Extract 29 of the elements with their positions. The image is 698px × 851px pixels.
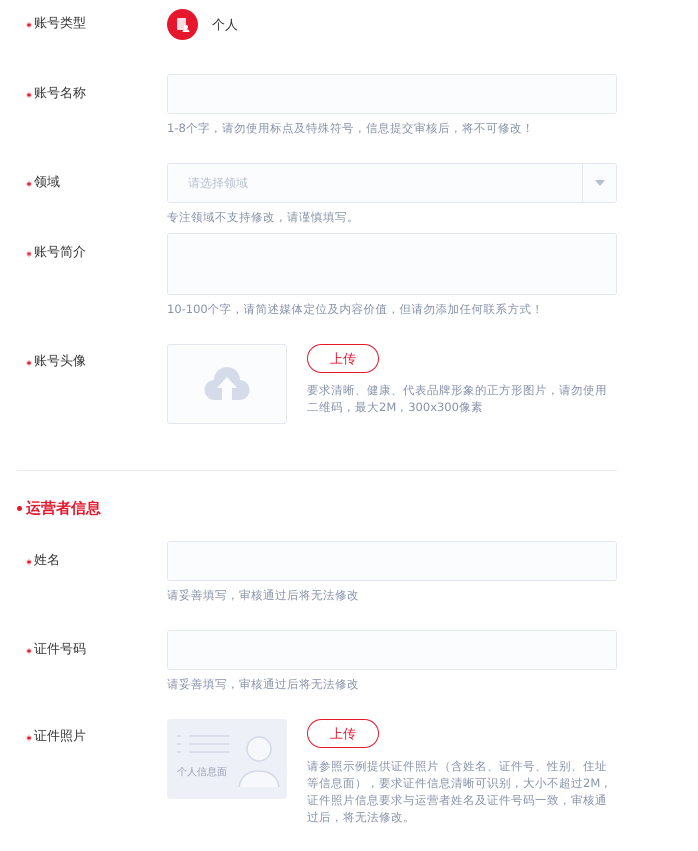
cloud-upload-icon	[203, 366, 251, 402]
bullet-icon	[17, 506, 22, 510]
personal-account-icon	[167, 9, 198, 40]
upload-area[interactable]	[167, 344, 287, 424]
upload-button[interactable]: 上传	[307, 719, 379, 748]
hint-text: 专注领域不支持修改，请谨慎填写。	[167, 209, 360, 226]
hint-text: 10-100个字，请简述媒体定位及内容价值，但请勿添加任何联系方式！	[167, 301, 545, 318]
hint-text: 请妥善填写，审核通过后将无法修改	[167, 587, 360, 604]
field-label: 姓名	[34, 552, 60, 570]
field-label: 账号名称	[34, 85, 86, 103]
upload-button[interactable]: 上传	[307, 344, 379, 373]
field-label: 账号头像	[34, 353, 86, 371]
field-label: 证件号码	[34, 641, 86, 659]
field-label: 证件照片	[34, 728, 86, 746]
caret-icon	[594, 180, 604, 186]
input-field[interactable]	[167, 541, 617, 581]
field-label: 账号类型	[34, 15, 86, 33]
section-title: 运营者信息	[26, 499, 101, 517]
hint-text: 1-8个字，请勿使用标点及特殊符号，信息提交审核后，将不可修改！	[167, 120, 535, 137]
card-caption: 个人信息面	[177, 766, 227, 779]
account-type-value: 个人	[212, 16, 238, 34]
input-field[interactable]	[167, 74, 617, 114]
hint-text: 请参照示例提供证件照片（含姓名、证件号、性别、住址等信息面），要求证件信息清晰可识别，大小不超过2M，证件照片信息要求与运营者姓名及证件号码一致，审核通过后，将无法修改。	[307, 758, 614, 826]
input-field[interactable]	[167, 630, 617, 670]
hint-text: 请妥善填写，审核通过后将无法修改	[167, 676, 360, 693]
field-label: 账号简介	[34, 244, 86, 262]
hint-text: 要求清晰、健康、代表品牌形象的正方形图片，请勿使用二维码，最大2M，300x300像素	[307, 382, 608, 416]
field-label: 领域	[34, 174, 60, 192]
text-area[interactable]	[167, 233, 617, 295]
